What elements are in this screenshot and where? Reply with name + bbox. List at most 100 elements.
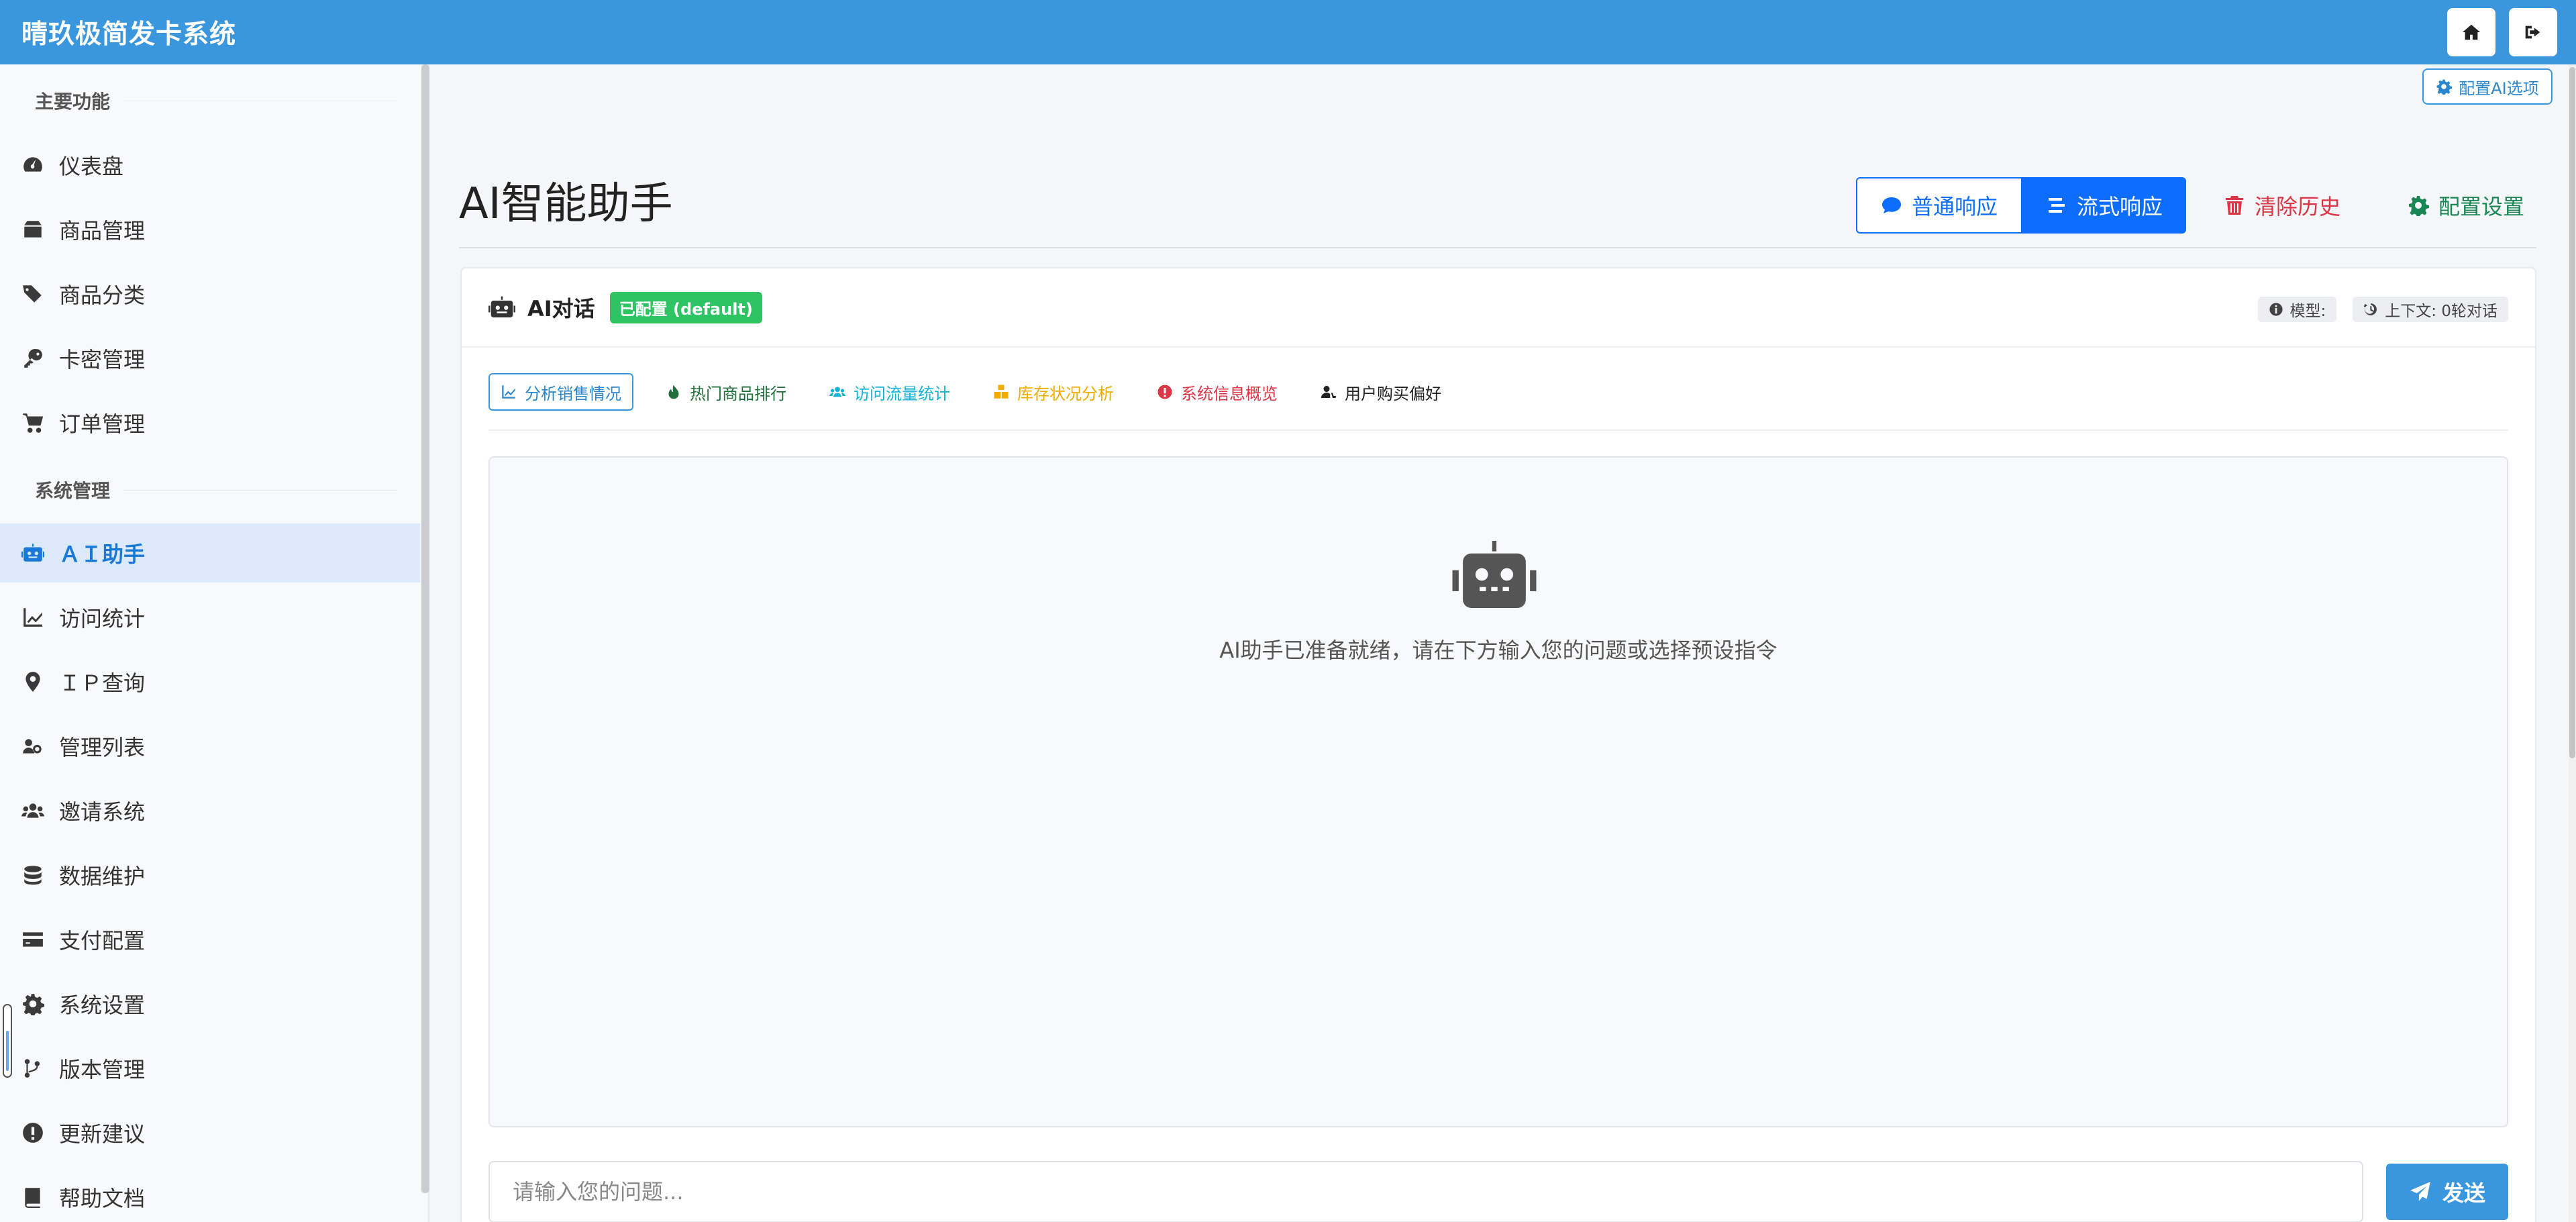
context-label: 上下文: 0轮对话 (2385, 303, 2497, 320)
clear-history-label: 清除历史 (2254, 194, 2340, 219)
response-mode-toolbar: 普通响应 流式响应 清除历史 配置设置 (1856, 177, 2553, 234)
stream-icon (2048, 198, 2065, 213)
exclamation-circle-icon (23, 1123, 43, 1143)
sidebar: 主要功能 仪表盘 商品管理 商品分类 卡密管理 订单管理 系统管理 ＡＩ助手 访… (0, 64, 429, 1222)
sidebar-item-label: 帮助文档 (59, 1186, 146, 1211)
preset-inventory-analysis[interactable]: 库存状况分析 (982, 373, 1125, 411)
home-icon (2462, 24, 2481, 40)
clear-history-button[interactable]: 清除历史 (2205, 177, 2359, 234)
config-ai-options-label: 配置AI选项 (2459, 79, 2539, 98)
preset-system-info[interactable]: 系统信息概览 (1146, 373, 1288, 411)
stream-response-button[interactable]: 流式响应 (2022, 177, 2186, 234)
config-status-badge: 已配置 (default) (609, 291, 762, 323)
preset-user-preferences[interactable]: 用户购买偏好 (1310, 373, 1452, 411)
brand-title[interactable]: 晴玖极简发卡系统 (21, 13, 236, 51)
page-title: AI智能助手 (459, 179, 673, 229)
top-navbar: 晴玖极简发卡系统 (0, 0, 2576, 64)
title-divider (459, 247, 2536, 248)
sidebar-item-cards[interactable]: 卡密管理 (0, 329, 420, 388)
sidebar-item-settings[interactable]: 系统设置 (0, 974, 420, 1033)
preset-hot-products[interactable]: 热门商品排行 (655, 373, 797, 411)
chat-input-row: 发送 (488, 1161, 2508, 1222)
sidebar-scrollbar-thumb[interactable] (421, 64, 429, 1193)
robot-icon (488, 296, 515, 317)
robot-icon (1452, 541, 1537, 608)
main-scrollbar-thumb[interactable] (2569, 67, 2575, 758)
sidebar-item-ai-assistant[interactable]: ＡＩ助手 (0, 523, 420, 582)
sidebar-item-dashboard[interactable]: 仪表盘 (0, 136, 420, 195)
gauge-icon (23, 157, 42, 172)
config-settings-button[interactable]: 配置设置 (2379, 177, 2553, 234)
model-badge: 模型: (2257, 297, 2337, 322)
card-header: AI对话 已配置 (default) 模型: 上下文: 0轮对话 (462, 268, 2535, 348)
sidebar-item-label: 版本管理 (59, 1057, 146, 1082)
config-ai-options-button[interactable]: 配置AI选项 (2422, 68, 2553, 105)
preset-analyze-sales[interactable]: 分析销售情况 (488, 373, 633, 411)
gear-icon (2436, 79, 2453, 95)
tags-icon (23, 285, 42, 303)
sidebar-item-ip-lookup[interactable]: ＩＰ查询 (0, 652, 420, 711)
preset-commands: 分析销售情况 热门商品排行 访问流量统计 库存状况分析 系统信息概览 用户购买偏… (488, 373, 2508, 431)
preset-label: 用户购买偏好 (1345, 384, 1441, 403)
sidebar-item-label: 数据维护 (59, 864, 146, 889)
sidebar-item-label: ＩＰ查询 (59, 670, 146, 696)
sidebar-item-label: 支付配置 (59, 928, 146, 954)
sidebar-item-visit-stats[interactable]: 访问统计 (0, 588, 420, 647)
stream-response-label: 流式响应 (2076, 194, 2163, 219)
sidebar-item-versions[interactable]: 版本管理 (0, 1039, 420, 1098)
sidebar-item-label: 商品管理 (59, 218, 146, 244)
preset-label: 访问流量统计 (854, 384, 950, 403)
preset-label: 热门商品排行 (690, 384, 786, 403)
sidebar-section-main: 主要功能 (35, 87, 397, 114)
sidebar-item-suggestions[interactable]: 更新建议 (0, 1103, 420, 1162)
ai-chat-card: AI对话 已配置 (default) 模型: 上下文: 0轮对话 分析销售情况 … (460, 267, 2536, 1222)
box-icon (24, 221, 42, 238)
preset-label: 库存状况分析 (1017, 384, 1114, 403)
users-cog-icon (23, 739, 42, 754)
sidebar-item-products[interactable]: 商品管理 (0, 200, 420, 259)
preset-traffic-stats[interactable]: 访问流量统计 (819, 373, 961, 411)
exclamation-circle-icon (1157, 385, 1172, 399)
user-cart-icon (1321, 386, 1337, 398)
book-icon (25, 1188, 40, 1208)
sidebar-item-help-docs[interactable]: 帮助文档 (0, 1168, 420, 1222)
users-icon (21, 803, 44, 818)
normal-response-button[interactable]: 普通响应 (1856, 177, 2022, 234)
code-branch-icon (24, 1059, 40, 1078)
model-label: 模型: (2289, 303, 2326, 320)
boxes-icon (994, 385, 1009, 399)
key-icon (24, 348, 42, 368)
sidebar-item-label: 访问统计 (59, 606, 146, 631)
sidebar-item-admin-list[interactable]: 管理列表 (0, 717, 420, 776)
trash-icon (2225, 196, 2243, 215)
card-title: AI对话 (527, 296, 595, 321)
sidebar-item-payment[interactable]: 支付配置 (0, 910, 420, 969)
users-icon (829, 387, 845, 397)
map-pin-icon (25, 672, 40, 692)
config-settings-label: 配置设置 (2438, 194, 2524, 219)
chat-input[interactable] (488, 1161, 2363, 1222)
logout-button[interactable] (2509, 8, 2557, 56)
sidebar-item-invite[interactable]: 邀请系统 (0, 781, 420, 840)
sidebar-item-label: 商品分类 (59, 283, 146, 308)
sidebar-item-orders[interactable]: 订单管理 (0, 393, 420, 452)
home-button[interactable] (2447, 8, 2495, 56)
sidebar-item-categories[interactable]: 商品分类 (0, 264, 420, 323)
database-icon (24, 866, 42, 885)
sidebar-item-label: 管理列表 (59, 735, 146, 760)
fire-icon (668, 385, 679, 399)
sidebar-item-label: 系统设置 (59, 992, 146, 1018)
send-button[interactable]: 发送 (2386, 1164, 2508, 1220)
sidebar-section-system: 系统管理 (35, 476, 397, 503)
paper-plane-icon (2410, 1182, 2430, 1201)
history-icon (2363, 303, 2377, 315)
logout-icon (2525, 26, 2540, 39)
info-circle-icon (2269, 303, 2283, 316)
preset-label: 分析销售情况 (525, 384, 621, 403)
context-badge: 上下文: 0轮对话 (2353, 297, 2508, 322)
gear-icon (2408, 196, 2429, 216)
normal-response-label: 普通响应 (1911, 194, 1998, 219)
sidebar-item-data-maintenance[interactable]: 数据维护 (0, 846, 420, 905)
sidebar-item-label: 订单管理 (59, 411, 146, 437)
chat-messages-area[interactable]: AI助手已准备就绪，请在下方输入您的问题或选择预设指令 (488, 456, 2508, 1127)
